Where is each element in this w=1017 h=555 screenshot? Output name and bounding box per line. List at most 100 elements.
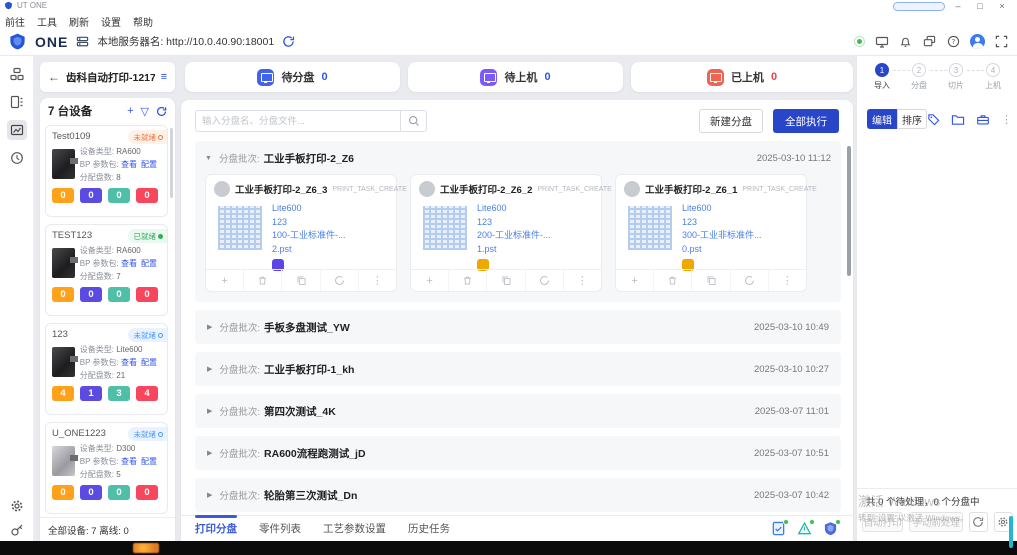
batch-list-scrollbar[interactable]	[847, 146, 851, 276]
refresh-icon[interactable]	[730, 270, 768, 291]
delete-icon[interactable]	[653, 270, 691, 291]
bp-view-link[interactable]: 查看	[121, 457, 137, 466]
menu-tools[interactable]: 工具	[37, 14, 57, 29]
search-input[interactable]	[196, 116, 400, 127]
bp-config-link[interactable]: 配置	[141, 160, 157, 169]
report-doc-icon[interactable]	[771, 521, 787, 537]
windows-layers-icon[interactable]	[922, 34, 937, 49]
tag-icon[interactable]	[927, 113, 940, 126]
minimize-button[interactable]: –	[947, 0, 969, 13]
back-arrow-icon[interactable]: ←	[48, 70, 60, 84]
plate-task-card[interactable]: 工业手板打印-2_Z6_3 PRINT_TASK_CREATE Lite600 …	[205, 174, 397, 292]
menu-goto[interactable]: 前往	[5, 14, 25, 29]
delete-icon[interactable]	[448, 270, 486, 291]
tab-history[interactable]: 历史任务	[408, 516, 450, 541]
project-menu-icon[interactable]: ≡	[161, 71, 167, 83]
server-list-icon[interactable]	[76, 35, 89, 48]
summary-card-pending[interactable]: 待分盘 0	[185, 62, 400, 92]
tab-part-list[interactable]: 零件列表	[259, 516, 301, 541]
batch-header[interactable]: ▼ 分盘批次: 工业手板打印-2_Z6 2025-03-10 11:12	[205, 149, 831, 167]
plate-task-card[interactable]: 工业手板打印-2_Z6_2 PRINT_TASK_CREATE Lite600 …	[410, 174, 602, 292]
copy-icon[interactable]	[691, 270, 729, 291]
expand-caret-icon[interactable]: ▶	[207, 365, 212, 373]
rail-key-icon[interactable]	[7, 520, 27, 540]
bp-view-link[interactable]: 查看	[121, 259, 137, 268]
shield-service-icon[interactable]	[823, 521, 839, 537]
bp-config-link[interactable]: 配置	[141, 457, 157, 466]
more-icon[interactable]: ⋮	[563, 270, 601, 291]
plate-task-card[interactable]: 工业手板打印-2_Z6_1 PRINT_TASK_CREATE Lite600 …	[615, 174, 807, 292]
batch-header[interactable]: ▶ 分盘批次: RA600流程跑测试_jD 2025-03-07 10:51	[195, 436, 841, 470]
step-plate[interactable]: 2 分盘	[904, 63, 934, 91]
copy-icon[interactable]	[281, 270, 319, 291]
refresh-button[interactable]	[969, 512, 988, 532]
toolbox-icon[interactable]	[976, 113, 990, 126]
fullscreen-icon[interactable]	[994, 34, 1009, 49]
bp-config-link[interactable]: 配置	[141, 259, 157, 268]
add-part-icon[interactable]: +	[206, 270, 243, 291]
device-list-scrollbar[interactable]	[170, 128, 173, 198]
more-icon[interactable]: ⋮	[358, 270, 396, 291]
summary-card-loaded[interactable]: 已上机 0	[631, 62, 853, 92]
bp-view-link[interactable]: 查看	[121, 358, 137, 367]
notifications-bell-icon[interactable]	[898, 34, 913, 49]
step-slice[interactable]: 3 切片	[941, 63, 971, 91]
expand-caret-icon[interactable]: ▶	[207, 407, 212, 415]
add-part-icon[interactable]: +	[411, 270, 448, 291]
batch-header[interactable]: ▶ 分盘批次: 工业手板打印-1_kh 2025-03-10 10:27	[195, 352, 841, 386]
connection-status-icon[interactable]	[854, 36, 865, 47]
menu-settings[interactable]: 设置	[101, 14, 121, 29]
filter-devices-icon[interactable]: ▽	[141, 105, 149, 118]
search-icon[interactable]	[400, 111, 426, 131]
user-avatar-icon[interactable]	[970, 34, 985, 49]
rail-tasks-icon[interactable]	[7, 92, 27, 112]
add-part-icon[interactable]: +	[616, 270, 653, 291]
new-batch-button[interactable]: 新建分盘	[699, 109, 763, 133]
expand-caret-icon[interactable]: ▶	[207, 449, 212, 457]
delete-icon[interactable]	[243, 270, 281, 291]
refresh-devices-icon[interactable]	[156, 106, 167, 117]
taskbar-icon[interactable]	[133, 543, 159, 553]
menu-help[interactable]: 帮助	[133, 14, 153, 29]
expand-caret-icon[interactable]: ▶	[207, 323, 212, 331]
expand-caret-icon[interactable]: ▶	[207, 491, 212, 499]
add-device-icon[interactable]: +	[127, 105, 133, 117]
batch-header[interactable]: ▶ 分盘批次: 第四次测试_4K 2025-03-07 11:01	[195, 394, 841, 428]
step-import[interactable]: 1 导入	[867, 63, 897, 91]
copy-icon[interactable]	[486, 270, 524, 291]
manual-preprocess-button[interactable]: 手动前处理	[909, 512, 962, 532]
folder-icon[interactable]	[951, 113, 965, 126]
device-monitor-icon[interactable]	[874, 34, 889, 49]
rail-print-plates-icon[interactable]	[7, 120, 27, 140]
batch-header[interactable]: ▶ 分盘批次: 轮胎第三次测试_Dn 2025-03-07 10:42	[195, 478, 841, 512]
tab-process-params[interactable]: 工艺参数设置	[323, 516, 386, 541]
server-refresh-icon[interactable]	[282, 35, 295, 48]
edit-button[interactable]: 编辑	[867, 109, 897, 129]
bp-view-link[interactable]: 查看	[121, 160, 137, 169]
batch-header[interactable]: ▶ 分盘批次: 手板多盘测试_YW 2025-03-10 10:49	[195, 310, 841, 344]
run-all-button[interactable]: 全部执行	[773, 109, 839, 133]
device-card[interactable]: U_ONE1223 未就绪 设备类型: D300 BP 参数包: 查看配置 分配…	[45, 422, 168, 514]
refresh-icon[interactable]	[525, 270, 563, 291]
right-edge-scrollbar[interactable]	[1009, 516, 1013, 548]
titlebar-pill[interactable]	[893, 2, 945, 11]
bp-config-link[interactable]: 配置	[141, 358, 157, 367]
collapse-caret-icon[interactable]: ▼	[205, 155, 212, 162]
refresh-icon[interactable]	[320, 270, 358, 291]
auto-print-button[interactable]: 自动打印	[862, 512, 903, 532]
close-button[interactable]: ×	[991, 0, 1013, 13]
step-machine[interactable]: 4 上机	[978, 63, 1008, 91]
analysis-triangle-icon[interactable]	[797, 521, 813, 537]
device-card[interactable]: TEST123 已就绪 设备类型: RA600 BP 参数包: 查看配置 分配盘…	[45, 224, 168, 316]
rail-history-icon[interactable]	[7, 148, 27, 168]
rail-devices-icon[interactable]	[7, 64, 27, 84]
rail-settings-gear-icon[interactable]	[7, 496, 27, 516]
maximize-button[interactable]: □	[969, 0, 991, 13]
more-icon[interactable]: ⋮	[1001, 113, 1012, 126]
summary-card-waiting[interactable]: 待上机 0	[408, 62, 623, 92]
more-icon[interactable]: ⋮	[768, 270, 806, 291]
help-icon[interactable]: ?	[946, 34, 961, 49]
device-card[interactable]: Test0109 未就绪 设备类型: RA600 BP 参数包: 查看配置 分配…	[45, 125, 168, 217]
sort-button[interactable]: 排序	[897, 109, 927, 129]
menu-refresh[interactable]: 刷新	[69, 14, 89, 29]
